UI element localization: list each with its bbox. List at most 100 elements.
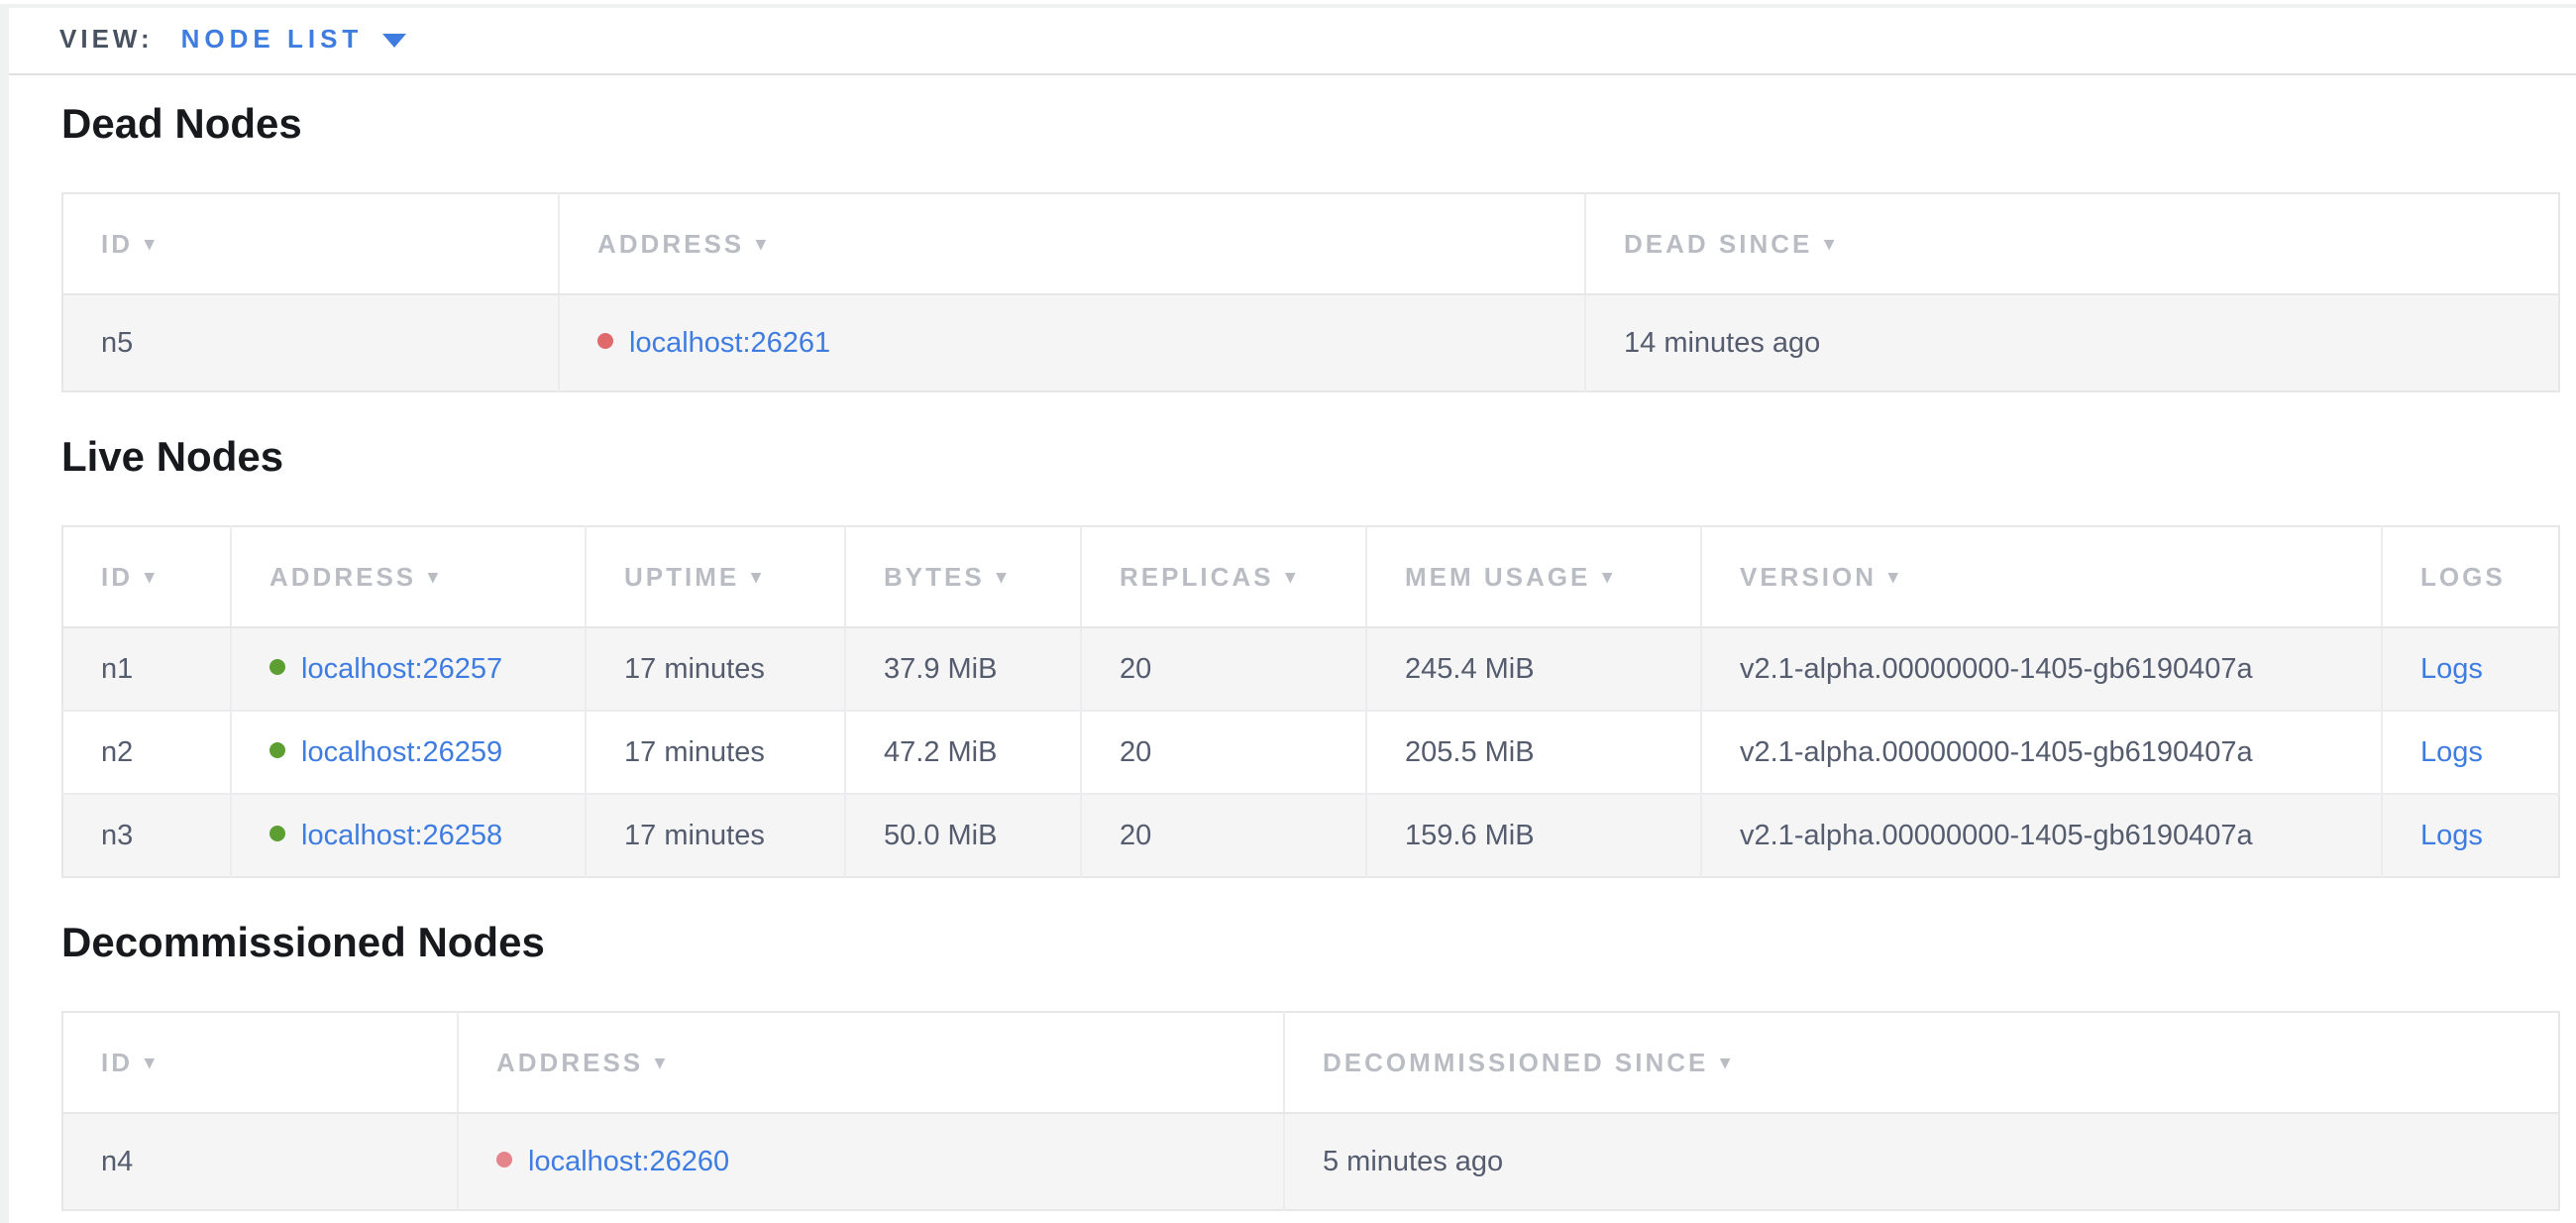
column-header-id[interactable]: ID▾: [62, 526, 231, 627]
cell-value: v2.1-alpha.00000000-1405-gb6190407a: [1740, 653, 2253, 685]
cell-value: 159.6 MiB: [1405, 820, 1535, 851]
cell-value: v2.1-alpha.00000000-1405-gb6190407a: [1740, 820, 2253, 851]
column-header-uptime[interactable]: UPTIME ▾: [586, 526, 845, 627]
node-list-content: Dead NodesID▾ADDRESS▾DEAD SINCE▾n5localh…: [0, 75, 2576, 1211]
sort-arrow-icon: ▾: [145, 233, 158, 256]
view-selector-dropdown[interactable]: NODE LIST: [181, 24, 407, 55]
cell-value: 20: [1120, 653, 1151, 685]
cell-replicas: 20: [1081, 794, 1366, 877]
table-row: n3 localhost:26258 17 minutes 50.0 MiB 20 159…: [62, 794, 2559, 877]
cell-replicas: 20: [1081, 711, 1366, 794]
column-header-label: VERSION: [1740, 562, 1877, 593]
cell-value: v2.1-alpha.00000000-1405-gb6190407a: [1740, 736, 2253, 768]
cell-mem-usage: 205.5 MiB: [1366, 711, 1701, 794]
sort-arrow-icon: ▾: [428, 566, 441, 589]
cell-value: 17 minutes: [624, 820, 765, 851]
sort-arrow-icon: ▾: [1285, 566, 1298, 589]
cell-address: localhost:26260: [458, 1113, 1284, 1210]
cell-bytes: 50.0 MiB: [845, 794, 1081, 877]
section-title: Live Nodes: [61, 436, 2558, 478]
chevron-down-icon: [382, 34, 406, 48]
dead-nodes-section: Dead NodesID▾ADDRESS▾DEAD SINCE▾n5localh…: [61, 103, 2558, 392]
column-header-dead-since[interactable]: DEAD SINCE ▾: [1585, 193, 2559, 294]
cell-bytes: 37.9 MiB: [845, 627, 1081, 711]
column-header-address[interactable]: ADDRESS▾: [231, 526, 586, 627]
column-header-label: DEAD SINCE: [1624, 229, 1812, 260]
cell-version: v2.1-alpha.00000000-1405-gb6190407a: [1701, 711, 2382, 794]
column-header-label: ADDRESS: [597, 229, 744, 260]
cell-mem-usage: 245.4 MiB: [1366, 627, 1701, 711]
cell-uptime: 17 minutes: [586, 627, 845, 711]
cell-address: localhost:26258: [231, 794, 586, 877]
live-status-dot-icon: [269, 742, 285, 758]
table-row: n1localhost:2625717 minutes37.9 MiB20245…: [62, 627, 2559, 711]
cell-value: 14 minutes ago: [1624, 327, 1820, 359]
column-header-mem-usage[interactable]: MEM USAGE▾: [1366, 526, 1701, 627]
column-header-label: ADDRESS: [496, 1048, 643, 1078]
sort-arrow-icon: ▾: [145, 1052, 158, 1074]
address-link[interactable]: localhost:26257: [301, 653, 502, 685]
column-header-id[interactable]: ID ▾: [62, 1012, 458, 1113]
address-link[interactable]: localhost:26259: [301, 736, 502, 768]
cell-value: 205.5 MiB: [1405, 736, 1535, 768]
cell-dead-since: 14 minutes ago: [1585, 294, 2559, 391]
column-header-version[interactable]: VERSION▾: [1701, 526, 2382, 627]
sort-arrow-icon: ▾: [1824, 233, 1837, 256]
sort-arrow-icon: ▾: [756, 233, 769, 256]
cell-decommissioned-since: 5 minutes ago: [1284, 1113, 2559, 1210]
sort-arrow-icon: ▾: [655, 1052, 668, 1074]
cell-value: n3: [101, 820, 133, 851]
page-edge-top: [0, 4, 2576, 8]
table-row: n5 localhost:26261 14 minutes ago: [62, 294, 2559, 391]
cell-value: 17 minutes: [624, 736, 765, 768]
cell-version: v2.1-alpha.00000000-1405-gb6190407a: [1701, 794, 2382, 877]
cell-address: localhost:26261: [559, 294, 1585, 391]
cell-version: v2.1-alpha.00000000-1405-gb6190407a: [1701, 627, 2382, 711]
table-row: n4 localhost:26260 5 minutes ago: [62, 1113, 2559, 1210]
view-bar: VIEW: NODE LIST: [9, 4, 2576, 75]
cell-id: n4: [62, 1113, 458, 1210]
dead-nodes-table: ID ▾ ADDRESS ▾ DEAD SINCE ▾ n5 localhost:26261 1…: [61, 192, 2560, 392]
cell-logs: Logs: [2382, 794, 2559, 877]
page-edge-left: [0, 4, 9, 1223]
cell-value: 20: [1120, 820, 1151, 851]
cell-bytes: 47.2 MiB: [845, 711, 1081, 794]
cell-value: 20: [1120, 736, 1151, 768]
column-header-label: ID: [101, 1048, 133, 1078]
address-link[interactable]: localhost:26258: [301, 820, 502, 851]
column-header-decommissioned-since[interactable]: DECOMMISSIONED SINCE▾: [1284, 1012, 2559, 1113]
cell-uptime: 17 minutes: [586, 711, 845, 794]
column-header-replicas[interactable]: REPLICAS ▾: [1081, 526, 1366, 627]
column-header-label: ID: [101, 229, 133, 260]
column-header-label: REPLICAS: [1120, 562, 1273, 593]
column-header-label: ID: [101, 562, 133, 593]
cell-value: n5: [101, 327, 133, 359]
cell-logs: Logs: [2382, 627, 2559, 711]
cell-value: n4: [101, 1146, 133, 1177]
column-header-id[interactable]: ID ▾: [62, 193, 559, 294]
live-status-dot-icon: [269, 659, 285, 675]
cell-value: n2: [101, 736, 133, 768]
cell-value: 37.9 MiB: [884, 653, 997, 685]
sort-arrow-icon: ▾: [751, 566, 764, 589]
decommissioned-nodes-table: ID▾ADDRESS▾DECOMMISSIONED SINCE▾n4localh…: [61, 1011, 2560, 1211]
logs-link[interactable]: Logs: [2420, 736, 2483, 768]
dead-status-dot-icon: [597, 333, 613, 349]
cell-replicas: 20: [1081, 627, 1366, 711]
view-label: VIEW:: [59, 24, 154, 55]
logs-link[interactable]: Logs: [2420, 820, 2483, 851]
column-header-bytes[interactable]: BYTES▾: [845, 526, 1081, 627]
sort-arrow-icon: ▾: [1720, 1052, 1733, 1074]
address-link[interactable]: localhost:26260: [528, 1146, 729, 1177]
view-selected-value: NODE LIST: [181, 24, 364, 55]
cell-mem-usage: 159.6 MiB: [1366, 794, 1701, 877]
column-header-address[interactable]: ADDRESS ▾: [458, 1012, 1284, 1113]
address-link[interactable]: localhost:26261: [629, 327, 830, 359]
cell-value: 245.4 MiB: [1405, 653, 1535, 685]
cell-value: 5 minutes ago: [1323, 1146, 1503, 1177]
section-title: Decommissioned Nodes: [61, 922, 2558, 963]
cell-id: n5: [62, 294, 559, 391]
logs-link[interactable]: Logs: [2420, 653, 2483, 685]
column-header-address[interactable]: ADDRESS ▾: [559, 193, 1585, 294]
column-header-label: UPTIME: [624, 562, 739, 593]
